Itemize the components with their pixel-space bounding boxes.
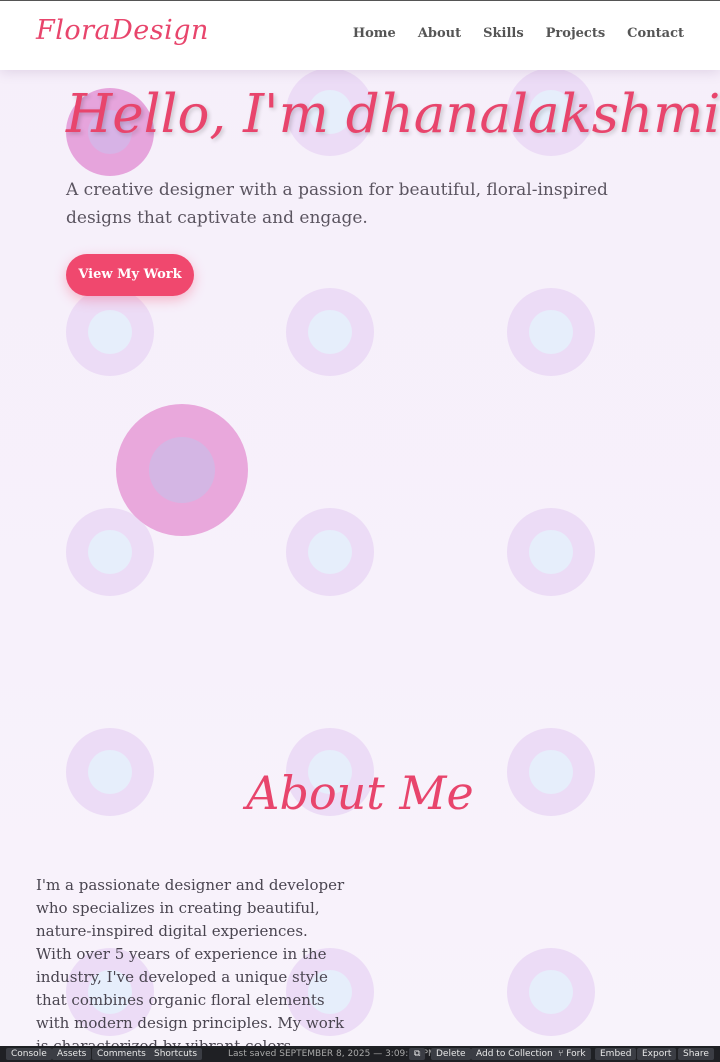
view-my-work-button[interactable]: View My Work [66, 254, 194, 296]
nav-projects[interactable]: Projects [546, 26, 606, 41]
last-saved-text: Last saved SEPTEMBER 8, 2025 — 3:09:14 P… [228, 1049, 436, 1059]
nav-about[interactable]: About [418, 26, 461, 41]
editor-toolbar: Console Assets Comments Shortcuts Last s… [0, 1046, 720, 1062]
hero-subtitle: A creative designer with a passion for b… [66, 180, 608, 228]
main-nav: Home About Skills Projects Contact [353, 26, 684, 41]
delete-button[interactable]: Delete [431, 1048, 471, 1060]
decor-circle-large [116, 404, 248, 536]
nav-skills[interactable]: Skills [483, 26, 524, 41]
about-title: About Me [246, 766, 474, 820]
decor-circle [507, 508, 595, 596]
nav-contact[interactable]: Contact [627, 26, 684, 41]
decor-circle [286, 508, 374, 596]
shortcuts-button[interactable]: Shortcuts [149, 1048, 203, 1060]
export-button[interactable]: Export [637, 1048, 677, 1060]
site-header: FloraDesign Home About Skills Projects C… [0, 0, 720, 70]
assets-button[interactable]: Assets [52, 1048, 92, 1060]
nav-home[interactable]: Home [353, 26, 396, 41]
decor-circle [66, 288, 154, 376]
fork-button[interactable]: ⑂ Fork [553, 1048, 591, 1060]
add-to-collection-button[interactable]: Add to Collection [471, 1048, 558, 1060]
about-text: I'm a passionate designer and developer … [36, 876, 345, 1046]
hero-title: Hello, I'm dhanalakshmi [66, 84, 720, 145]
comments-button[interactable]: Comments [92, 1048, 151, 1060]
share-button[interactable]: Share [678, 1048, 714, 1060]
console-button[interactable]: Console [6, 1048, 52, 1060]
decor-circle [507, 948, 595, 1036]
embed-button[interactable]: Embed [595, 1048, 637, 1060]
preview-page: FloraDesign Home About Skills Projects C… [0, 0, 720, 1046]
decor-circle [507, 288, 595, 376]
decor-circle [286, 288, 374, 376]
external-link-icon[interactable]: ⧉ [409, 1048, 426, 1060]
site-logo[interactable]: FloraDesign [36, 15, 209, 46]
